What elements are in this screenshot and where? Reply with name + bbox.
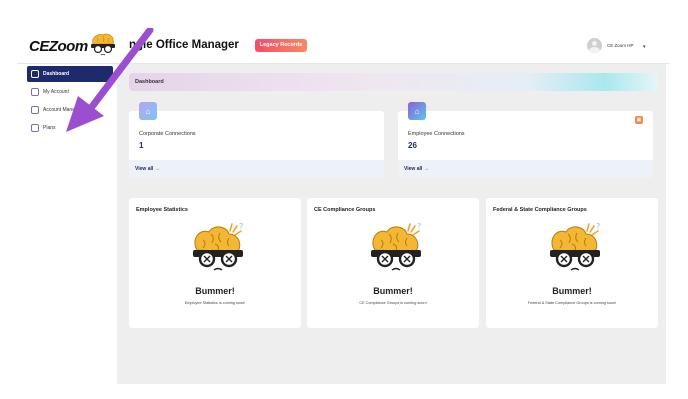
panel-message: Employee Statistics is coming soon!: [184, 301, 246, 305]
view-all-link[interactable]: View all →: [129, 160, 384, 178]
breadcrumb: Dashboard: [129, 73, 658, 91]
panel-title: Federal & State Compliance Groups: [493, 207, 587, 213]
panel-message: Federal & State Compliance Groups is com…: [527, 301, 617, 305]
ce-compliance-groups-panel: CE Compliance Groups Bummer! CE Complian…: [307, 198, 479, 328]
stat-label: Employee Connections: [408, 131, 465, 137]
brain-glasses-icon: [191, 220, 245, 272]
panel-heading: Bummer!: [373, 286, 413, 296]
user-name[interactable]: CE Zoom HP: [607, 43, 634, 48]
employee-icon: ⌂: [408, 102, 426, 120]
panel-message: CE Compliance Groups is coming soon!: [359, 301, 427, 305]
brain-glasses-icon: [369, 220, 423, 272]
employee-statistics-panel: Employee Statistics Bummer! Employee Sta…: [129, 198, 301, 328]
panel-title: CE Compliance Groups: [314, 207, 376, 213]
brain-glasses-icon: [548, 220, 602, 272]
notification-badge: ▣: [635, 116, 643, 124]
user-avatar[interactable]: [587, 38, 602, 53]
panel-heading: Bummer!: [195, 286, 235, 296]
view-all-link[interactable]: View all →: [398, 160, 653, 178]
network-icon: [31, 106, 39, 114]
stat-value: 1: [139, 141, 144, 150]
employee-connections-card: Employee Connections 26 View all →: [398, 111, 653, 178]
legacy-records-button[interactable]: Legacy Records: [255, 39, 307, 52]
plans-icon: [31, 124, 39, 132]
panel-heading: Bummer!: [552, 286, 592, 296]
federal-state-compliance-groups-panel: Federal & State Compliance Groups Bummer…: [486, 198, 658, 328]
main-content: Dashboard Corporate Connections 1 View a…: [117, 64, 666, 384]
arrow-annotation-icon: [66, 28, 154, 132]
stat-value: 26: [408, 141, 417, 150]
corporate-connections-card: Corporate Connections 1 View all →: [129, 111, 384, 178]
sidebar-item-label: Plans: [43, 125, 56, 131]
chevron-down-icon[interactable]: ▾: [643, 44, 646, 50]
app-window: CEZoom ngle Office Manager Legacy Record…: [0, 0, 688, 399]
user-icon: [31, 88, 39, 96]
panel-title: Employee Statistics: [136, 207, 188, 213]
home-icon: [31, 70, 39, 78]
